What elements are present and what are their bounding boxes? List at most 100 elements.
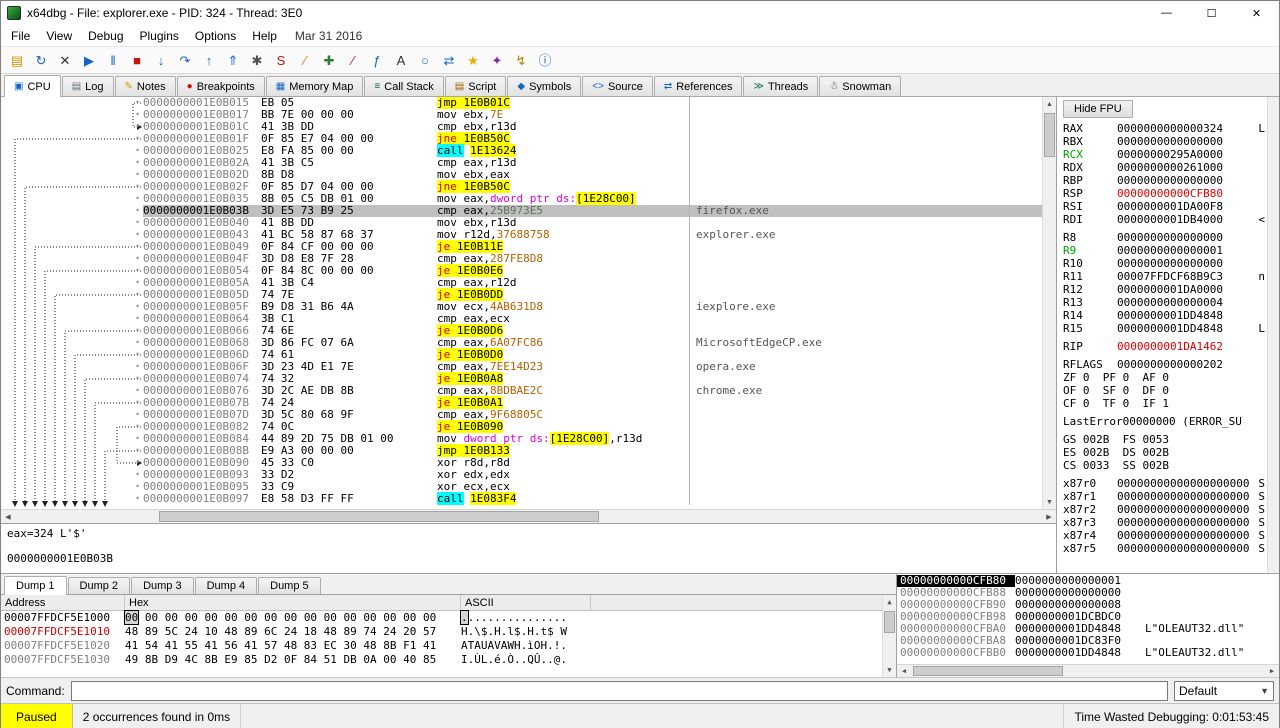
menu-item-debug[interactable]: Debug — [80, 27, 131, 45]
scroll-up-icon[interactable]: ▲ — [1043, 97, 1056, 111]
register-row-x87r5[interactable]: x87r500000000000000000000S — [1061, 542, 1265, 555]
dump-scroll-up-icon[interactable]: ▲ — [883, 595, 896, 609]
register-row-x87r1[interactable]: x87r100000000000000000000S — [1061, 490, 1265, 503]
dump-scroll-down-icon[interactable]: ▼ — [883, 663, 896, 677]
register-row-lasterror[interactable]: LastError00000000 (ERROR_SU — [1061, 415, 1265, 428]
register-row-x87r2[interactable]: x87r200000000000000000000S — [1061, 503, 1265, 516]
detach-syringe-icon[interactable]: ∕ — [341, 48, 365, 72]
register-row-x87r3[interactable]: x87r300000000000000000000S — [1061, 516, 1265, 529]
tab-call-stack[interactable]: ≡Call Stack — [364, 76, 443, 96]
register-row-r11[interactable]: R1100007FFDCF68B9C3n — [1061, 270, 1265, 283]
tab-source[interactable]: <>Source — [582, 76, 653, 96]
register-flags-row[interactable]: OF 0 SF 0 DF 0 — [1061, 384, 1265, 397]
register-row-r8[interactable]: R80000000000000000 — [1061, 231, 1265, 244]
dump-panel[interactable]: Address Hex ASCII 00007FFDCF5E100000 00 … — [1, 594, 896, 677]
tab-breakpoints[interactable]: ●Breakpoints — [177, 76, 265, 96]
disassembly-vertical-scrollbar[interactable]: ▲ ▼ — [1042, 97, 1056, 509]
scroll-right-icon[interactable]: ▶ — [1042, 510, 1056, 523]
register-row-rax[interactable]: RAX0000000000000324L — [1061, 122, 1265, 135]
command-input[interactable] — [71, 681, 1168, 701]
register-row-rbp[interactable]: RBP0000000000000000 — [1061, 174, 1265, 187]
minimize-button[interactable]: — — [1144, 1, 1189, 25]
register-row-r10[interactable]: R100000000000000000 — [1061, 257, 1265, 270]
stack-horizontal-scrollbar[interactable]: ◀ ▶ — [897, 664, 1279, 677]
disassembly-horizontal-scrollbar[interactable]: ◀ ▶ — [1, 509, 1056, 523]
register-flags-row[interactable]: GS 002B FS 0053 — [1061, 433, 1265, 446]
close-icon[interactable]: ✕ — [53, 48, 77, 72]
register-row-rsi[interactable]: RSI0000000001DA00F8 — [1061, 200, 1265, 213]
command-mode-dropdown[interactable]: Default ▼ — [1174, 681, 1274, 701]
register-flags-row[interactable]: ZF 0 PF 0 AF 0 — [1061, 371, 1265, 384]
register-row-rcx[interactable]: RCX00000000295A0000 — [1061, 148, 1265, 161]
tab-notes[interactable]: ✎Notes — [115, 76, 176, 96]
functions-fx-icon[interactable]: ƒ — [365, 48, 389, 72]
tab-snowman[interactable]: ☃Snowman — [819, 76, 901, 96]
tab-dump-3[interactable]: Dump 3 — [131, 577, 194, 594]
assembler-icon[interactable]: A — [389, 48, 413, 72]
tab-dump-2[interactable]: Dump 2 — [68, 577, 131, 594]
register-row-rflags[interactable]: RFLAGS0000000000000202 — [1061, 358, 1265, 371]
disassembly-hscroll-thumb[interactable] — [159, 511, 599, 522]
search-icon[interactable]: ○ — [413, 48, 437, 72]
attach-syringe-icon[interactable]: ∕ — [293, 48, 317, 72]
stop-icon[interactable]: ■ — [125, 48, 149, 72]
register-row-rip[interactable]: RIP0000000001DA1462 — [1061, 340, 1265, 353]
register-row-r13[interactable]: R130000000000000004 — [1061, 296, 1265, 309]
register-row-r12[interactable]: R120000000001DA0000 — [1061, 283, 1265, 296]
tab-dump-4[interactable]: Dump 4 — [195, 577, 258, 594]
step-into-icon[interactable]: ↓ — [149, 48, 173, 72]
register-row-rbx[interactable]: RBX0000000000000000 — [1061, 135, 1265, 148]
step-out-icon[interactable]: ↑ — [197, 48, 221, 72]
close-button[interactable]: ✕ — [1234, 1, 1279, 25]
dump-row[interactable]: 00007FFDCF5E101048 89 5C 24 10 48 89 6C … — [1, 625, 882, 639]
menu-item-options[interactable]: Options — [187, 27, 244, 45]
tab-dump-5[interactable]: Dump 5 — [258, 577, 321, 594]
dump-vertical-scrollbar[interactable]: ▲ ▼ — [882, 595, 896, 677]
references-icon[interactable]: ⇄ — [437, 48, 461, 72]
tab-dump-1[interactable]: Dump 1 — [4, 576, 67, 595]
maximize-button[interactable]: ☐ — [1189, 1, 1234, 25]
tab-script[interactable]: ▤Script — [445, 76, 507, 96]
favourites-star-icon[interactable]: ★ — [461, 48, 485, 72]
open-folder-icon[interactable]: ▤ — [5, 48, 29, 72]
register-row-rsp[interactable]: RSP00000000000CFB80 — [1061, 187, 1265, 200]
menu-item-view[interactable]: View — [38, 27, 80, 45]
help-info-icon[interactable]: ⓘ — [533, 48, 557, 72]
restart-icon[interactable]: ↻ — [29, 48, 53, 72]
disasm-row[interactable]: •0000000001E0B097E8 58 D3 FF FFcall 1E08… — [1, 493, 1042, 505]
register-row-rdi[interactable]: RDI0000000001DB4000< — [1061, 213, 1265, 226]
register-row-r9[interactable]: R90000000000000001 — [1061, 244, 1265, 257]
register-flags-row[interactable]: CS 0033 SS 002B — [1061, 459, 1265, 472]
tab-references[interactable]: ⇄References — [654, 76, 743, 96]
step-over-icon[interactable]: ↷ — [173, 48, 197, 72]
settings-gear-icon[interactable]: ✱ — [245, 48, 269, 72]
dump-row[interactable]: 00007FFDCF5E100000 00 00 00 00 00 00 00 … — [1, 611, 882, 625]
menu-item-file[interactable]: File — [3, 27, 38, 45]
register-flags-row[interactable]: CF 0 TF 0 IF 1 — [1061, 397, 1265, 410]
registers-scrollbar[interactable] — [1267, 97, 1279, 573]
run-icon[interactable]: ▶ — [77, 48, 101, 72]
register-row-r14[interactable]: R140000000001DD4848 — [1061, 309, 1265, 322]
stack-hscroll-thumb[interactable] — [913, 666, 1063, 676]
scroll-down-icon[interactable]: ▼ — [1043, 495, 1056, 509]
register-row-rdx[interactable]: RDX0000000000261000 — [1061, 161, 1265, 174]
register-row-r15[interactable]: R150000000001DD4848L — [1061, 322, 1265, 335]
tab-symbols[interactable]: ◆Symbols — [507, 76, 581, 96]
hide-fpu-button[interactable]: Hide FPU — [1063, 100, 1133, 118]
stack-scroll-right-icon[interactable]: ▶ — [1265, 665, 1279, 677]
menu-item-help[interactable]: Help — [244, 27, 285, 45]
tab-cpu[interactable]: ▣CPU — [4, 75, 61, 97]
menu-item-plugins[interactable]: Plugins — [132, 27, 187, 45]
execute-till-return-icon[interactable]: ⇑ — [221, 48, 245, 72]
pause-icon[interactable]: ‖ — [101, 48, 125, 72]
dump-row[interactable]: 00007FFDCF5E103049 8B D9 4C 8B E9 85 D2 … — [1, 653, 882, 667]
dump-row[interactable]: 00007FFDCF5E102041 54 41 55 41 56 41 57 … — [1, 639, 882, 653]
tab-log[interactable]: ▤Log — [62, 76, 114, 96]
tab-threads[interactable]: ≫Threads — [743, 76, 818, 96]
register-row-x87r4[interactable]: x87r400000000000000000000S — [1061, 529, 1265, 542]
plugins-icon[interactable]: ✦ — [485, 48, 509, 72]
tab-memory-map[interactable]: ▦Memory Map — [266, 76, 364, 96]
patch-icon[interactable]: ✚ — [317, 48, 341, 72]
dump-scroll-thumb[interactable] — [884, 611, 895, 633]
stack-scroll-left-icon[interactable]: ◀ — [897, 665, 911, 677]
